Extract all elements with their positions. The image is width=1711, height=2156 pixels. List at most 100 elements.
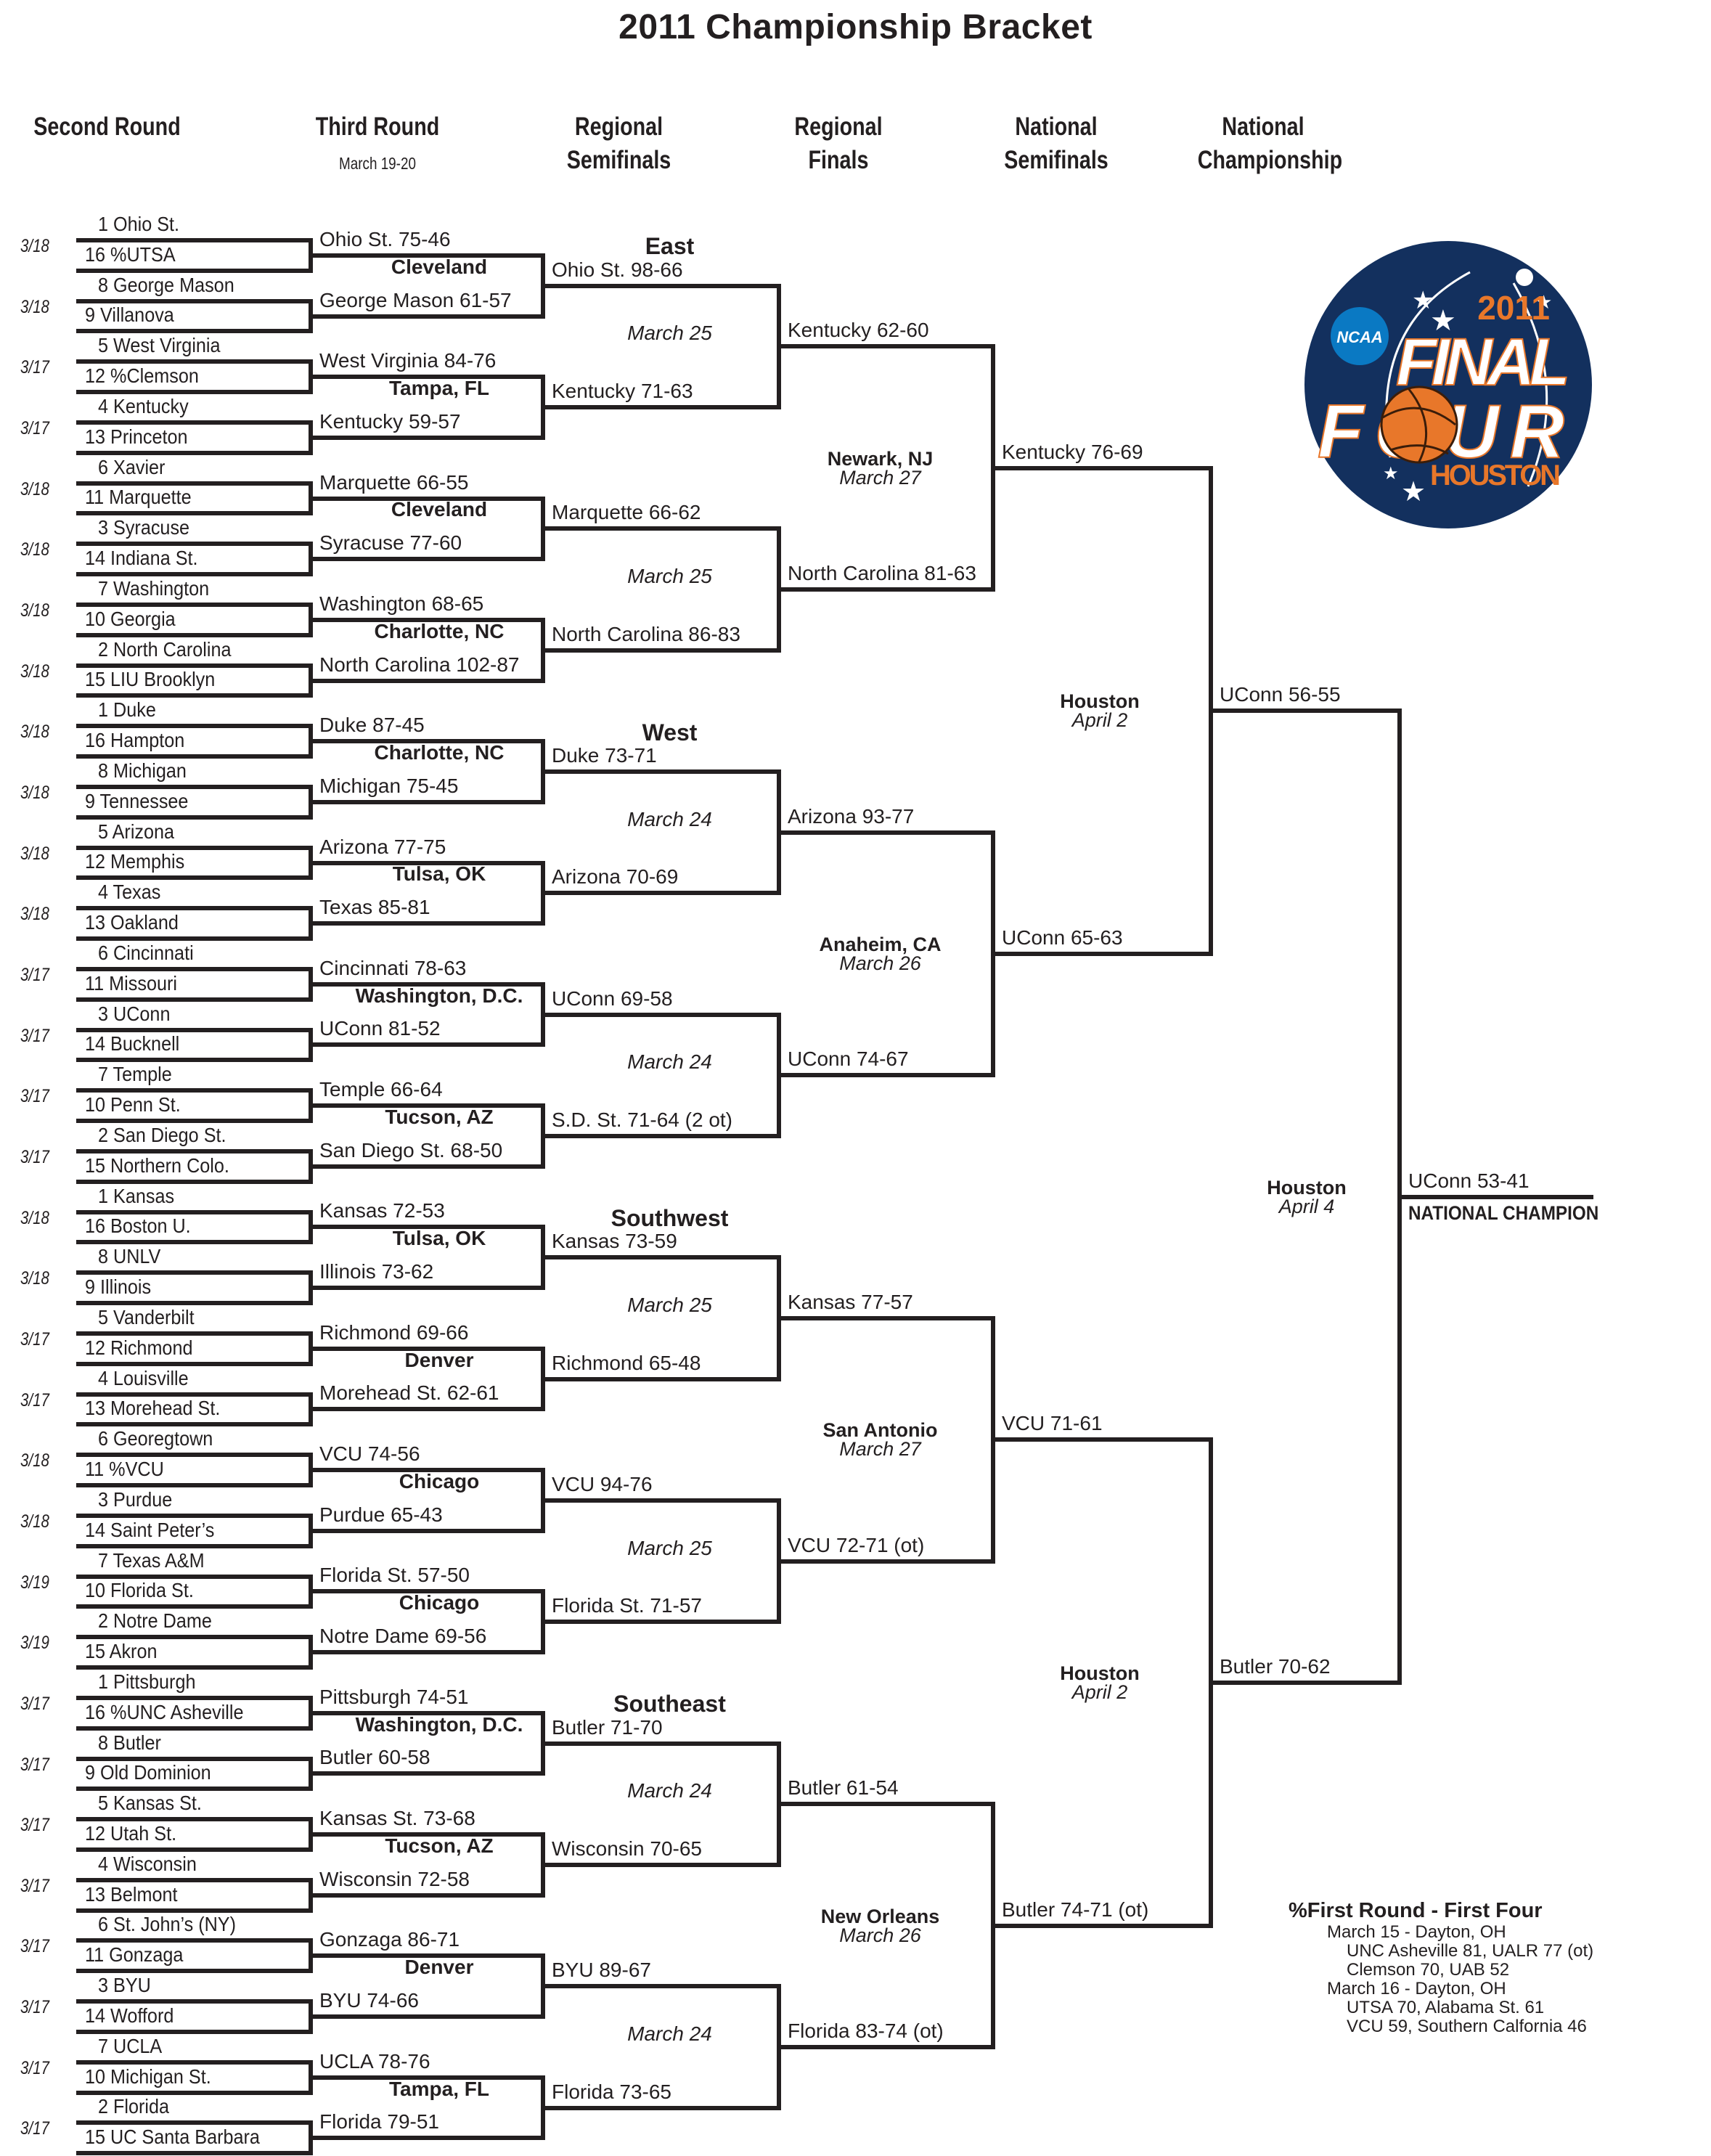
winner-line [309,1042,541,1048]
team-line [76,2151,309,2156]
team-line [76,1453,309,1458]
team-line [76,1483,309,1488]
winner-line [777,2044,991,2049]
winner-line [777,587,991,592]
team-entry: 10 Michigan St. [85,2065,211,2088]
winner-line [541,648,777,653]
team-entry: 12 Utah St. [85,1821,177,1845]
team-line [76,1027,309,1032]
winner-line [541,769,777,775]
winner-line [309,678,541,683]
venue-label: Washington, D.C. [355,984,523,1007]
venue-label: Tampa, FL [389,2077,489,2100]
third-round-result: Illinois 73-62 [319,1260,434,1283]
game-date: 3/18 [20,661,49,682]
team-line [76,966,309,971]
regional-semifinal-result: Florida St. 71-57 [552,1594,702,1617]
game-date: 3/18 [20,600,49,621]
team-entry: 3 Purdue [98,1487,173,1511]
game-date: 3/17 [20,964,49,985]
team-line [76,359,309,364]
team-entry: 8 UNLV [98,1245,161,1268]
team-entry: 1 Pittsburgh [98,1670,196,1693]
championship-finalist-result: UConn 56-55 [1220,683,1341,706]
team-entry: 14 Indiana St. [85,547,198,570]
first-four-game: UNC Asheville 81, UALR 77 (ot) [1347,1941,1594,1961]
game-date: 3/17 [20,417,49,438]
winner-line [1209,709,1397,714]
first-four-game: VCU 59, Southern Calfornia 46 [1347,2017,1587,2036]
team-line [76,238,309,242]
third-round-result: Kansas St. 73-68 [319,1807,475,1830]
team-entry: 7 UCLA [98,2034,163,2057]
regional-semifinal-result: Butler 71-70 [552,1715,663,1739]
team-entry: 11 Missouri [85,971,177,995]
game-date: 3/17 [20,1328,49,1349]
third-round-result: North Carolina 102-87 [319,653,520,676]
region-label: Southeast [613,1691,726,1718]
team-entry: 13 Princeton [85,425,188,448]
team-line [76,632,309,637]
winner-line [309,314,541,319]
regional-semifinal-result: North Carolina 86-83 [552,622,740,645]
team-entry: 5 Kansas St. [98,1792,202,1815]
team-line [76,1635,309,1640]
team-line [76,663,309,668]
team-entry: 1 Kansas [98,1184,175,1207]
team-entry: 13 Morehead St. [85,1397,221,1420]
team-line [76,1209,309,1214]
team-entry: 3 UConn [98,1002,171,1025]
team-entry: 15 Akron [85,1640,158,1662]
winner-line [309,1407,541,1412]
third-round-result: UCLA 78-76 [319,2049,430,2073]
winner-line [541,1255,777,1260]
regional-semifinal-result: Ohio St. 98-66 [552,258,683,281]
third-round-result: Texas 85-81 [319,896,430,919]
winner-line [309,2014,541,2020]
team-entry: 16 Boston U. [85,1214,191,1238]
national-site-venue: Houston [1060,1662,1140,1684]
regional-final-result: VCU 72-71 (ot) [788,1533,925,1556]
team-entry: 3 BYU [98,1974,151,1997]
third-round-result: Kansas 72-53 [319,1199,445,1222]
third-round-result: Washington 68-65 [319,592,484,615]
regional-semifinal-result: Kansas 73-59 [552,1230,677,1253]
third-round-result: BYU 74-66 [319,1989,419,2012]
team-entry: 9 Villanova [85,303,174,327]
team-line [76,602,309,607]
team-entry: 6 Georegtown [98,1427,213,1450]
first-four-notes: %First Round - First Four March 15 - Day… [1289,1898,1593,2036]
winner-line [309,921,541,926]
third-round-result: Ohio St. 75-46 [319,227,451,250]
national-site-venue: Houston [1060,690,1140,713]
third-round-result: Marquette 66-55 [319,470,469,494]
national-site-date: April 2 [1071,709,1128,732]
winner-line [777,344,991,349]
team-line [76,1756,309,1761]
regional-final-result: North Carolina 81-63 [788,562,976,585]
regional-site-venue: New Orleans [820,1905,940,1927]
venue-label: Washington, D.C. [355,1712,523,1736]
winner-line [541,1741,777,1746]
team-line [76,1908,309,1913]
team-line [76,936,309,942]
winner-line [541,283,777,288]
team-line [76,1543,309,1548]
third-round-result: Florida St. 57-50 [319,1564,470,1587]
third-round-result: UConn 81-52 [319,1017,441,1040]
game-date: 3/17 [20,2057,49,2078]
team-line [76,268,309,273]
team-entry: 8 Michigan [98,759,187,782]
region-label: East [645,233,695,260]
venue-label: Cleveland [391,255,488,278]
regional-final-result: Florida 83-74 (ot) [788,2019,944,2042]
winner-line [991,952,1209,956]
third-round-result: West Virginia 84-76 [319,349,497,372]
team-line [76,1938,309,1943]
winner-line [541,1012,777,1017]
team-entry: 2 Florida [98,2095,170,2118]
winner-line [541,1862,777,1867]
game-date-label: March 24 [627,2022,712,2045]
ncaa-text: NCAA [1336,328,1383,346]
game-date-label: March 24 [627,807,712,830]
